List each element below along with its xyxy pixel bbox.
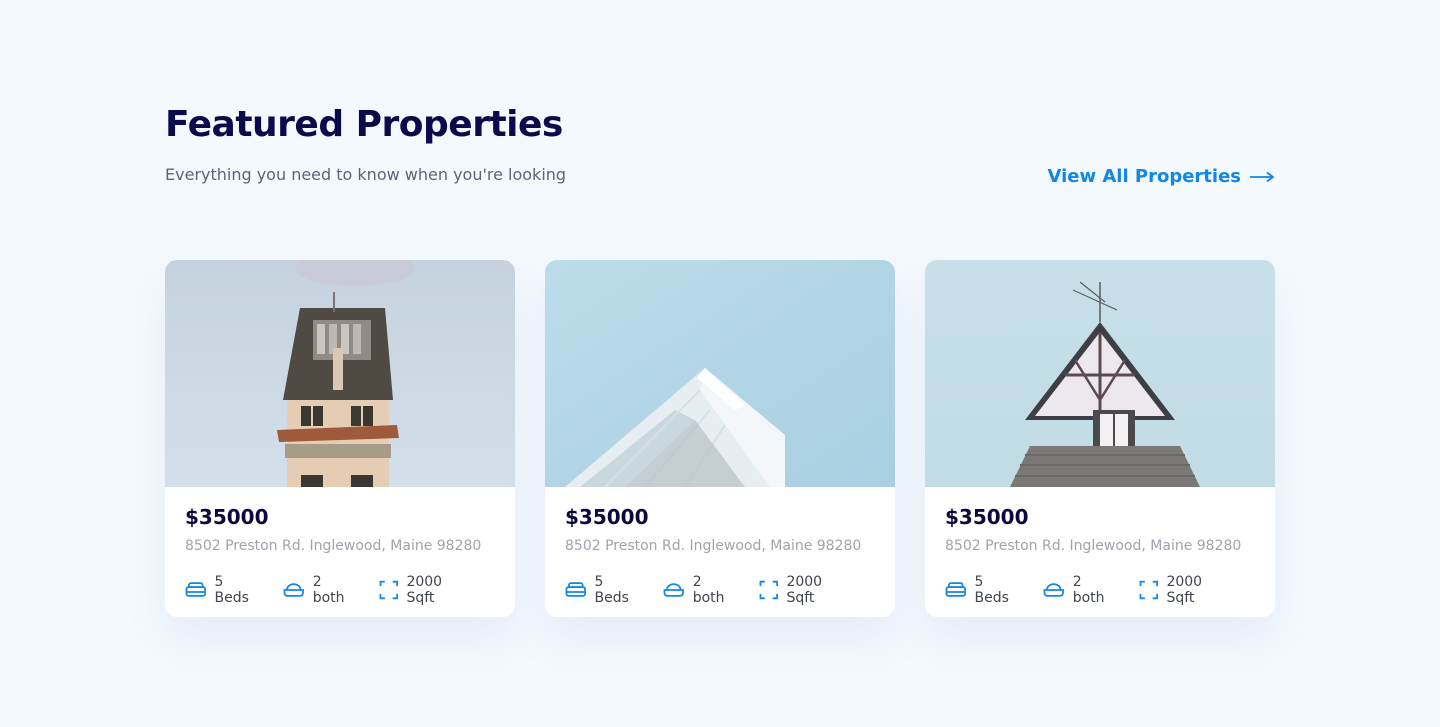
beds-label: 5 Beds <box>974 574 1009 606</box>
tall-old-house-photo <box>165 260 515 487</box>
feature-area: 2000 Sqft <box>379 574 473 606</box>
section-title: Featured Properties <box>165 104 563 145</box>
property-price: $35000 <box>185 505 269 529</box>
view-all-label: View All Properties <box>1047 166 1241 187</box>
area-frame-icon <box>379 580 398 600</box>
property-address: 8502 Preston Rd. Inglewood, Maine 98280 <box>565 538 862 554</box>
bed-icon <box>945 582 966 597</box>
baths-label: 2 both <box>312 574 345 606</box>
property-cards: $35000 8502 Preston Rd. Inglewood, Maine… <box>165 260 1275 617</box>
area-frame-icon <box>759 580 778 600</box>
property-price: $35000 <box>565 505 649 529</box>
gabled-house-roof-photo <box>925 260 1275 487</box>
bathtub-icon <box>1043 583 1065 597</box>
modern-glass-building-photo <box>545 260 895 487</box>
feature-beds: 5 Beds <box>945 574 1021 606</box>
feature-area: 2000 Sqft <box>1139 574 1233 606</box>
feature-baths: 2 both <box>283 574 357 606</box>
property-card[interactable]: $35000 8502 Preston Rd. Inglewood, Maine… <box>925 260 1275 617</box>
view-all-properties-link[interactable]: View All Properties <box>1047 166 1275 187</box>
feature-area: 2000 Sqft <box>759 574 853 606</box>
arrow-right-icon <box>1250 171 1275 182</box>
bed-icon <box>565 582 586 597</box>
property-price: $35000 <box>945 505 1029 529</box>
section-subtitle: Everything you need to know when you're … <box>165 165 567 184</box>
area-label: 2000 Sqft <box>406 574 443 606</box>
property-address: 8502 Preston Rd. Inglewood, Maine 98280 <box>945 538 1242 554</box>
area-label: 2000 Sqft <box>786 574 823 606</box>
featured-properties-section: Featured Properties Everything you need … <box>0 0 1440 727</box>
property-card[interactable]: $35000 8502 Preston Rd. Inglewood, Maine… <box>165 260 515 617</box>
beds-label: 5 Beds <box>214 574 249 606</box>
beds-label: 5 Beds <box>594 574 629 606</box>
bathtub-icon <box>283 583 305 597</box>
baths-label: 2 both <box>692 574 725 606</box>
feature-baths: 2 both <box>1043 574 1117 606</box>
bed-icon <box>185 582 206 597</box>
feature-beds: 5 Beds <box>185 574 261 606</box>
property-address: 8502 Preston Rd. Inglewood, Maine 98280 <box>185 538 482 554</box>
property-card[interactable]: $35000 8502 Preston Rd. Inglewood, Maine… <box>545 260 895 617</box>
property-features: 5 Beds 2 both 2000 Sqft <box>565 574 875 606</box>
property-features: 5 Beds 2 both 2000 Sqft <box>945 574 1255 606</box>
bathtub-icon <box>663 583 685 597</box>
property-features: 5 Beds 2 both 2000 Sqft <box>185 574 495 606</box>
area-label: 2000 Sqft <box>1166 574 1203 606</box>
baths-label: 2 both <box>1072 574 1105 606</box>
feature-beds: 5 Beds <box>565 574 641 606</box>
area-frame-icon <box>1139 580 1158 600</box>
feature-baths: 2 both <box>663 574 737 606</box>
